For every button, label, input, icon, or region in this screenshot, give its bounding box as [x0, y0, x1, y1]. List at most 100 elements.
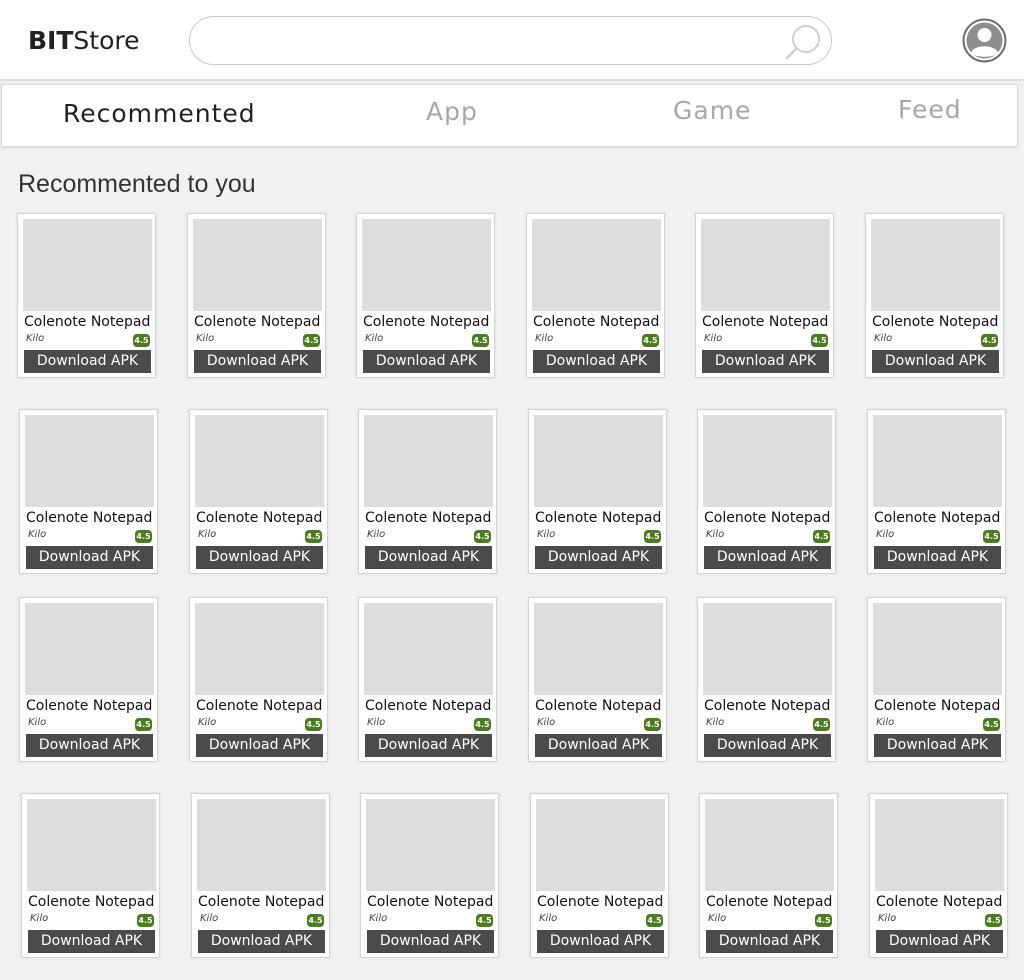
- bitstore-logo[interactable]: BITStore: [28, 26, 140, 55]
- app-card[interactable]: Colenote Notepad Kilo 4.5 Download APK: [869, 793, 1008, 958]
- tab-feed[interactable]: Feed: [898, 95, 962, 124]
- app-thumbnail[interactable]: [873, 603, 1002, 695]
- app-name[interactable]: Colenote Notepad: [26, 510, 158, 526]
- app-name[interactable]: Colenote Notepad: [365, 510, 497, 526]
- app-card[interactable]: Colenote Notepad Kilo 4.5 Download APK: [865, 213, 1004, 378]
- app-card[interactable]: Colenote Notepad Kilo 4.5 Download APK: [21, 793, 160, 958]
- app-name[interactable]: Colenote Notepad: [535, 510, 667, 526]
- app-name[interactable]: Colenote Notepad: [874, 510, 1006, 526]
- app-card[interactable]: Colenote Notepad Kilo 4.5 Download APK: [867, 409, 1006, 574]
- app-name[interactable]: Colenote Notepad: [704, 510, 836, 526]
- download-apk-button[interactable]: Download APK: [874, 734, 1001, 757]
- app-card[interactable]: Colenote Notepad Kilo 4.5 Download APK: [530, 793, 669, 958]
- app-card[interactable]: Colenote Notepad Kilo 4.5 Download APK: [19, 409, 158, 574]
- app-name[interactable]: Colenote Notepad: [876, 894, 1008, 910]
- app-thumbnail[interactable]: [23, 219, 152, 311]
- app-name[interactable]: Colenote Notepad: [28, 894, 160, 910]
- app-name[interactable]: Colenote Notepad: [24, 314, 156, 330]
- app-card[interactable]: Colenote Notepad Kilo 4.5 Download APK: [695, 213, 834, 378]
- app-name[interactable]: Colenote Notepad: [365, 698, 497, 714]
- app-thumbnail[interactable]: [532, 219, 661, 311]
- app-name[interactable]: Colenote Notepad: [702, 314, 834, 330]
- download-apk-button[interactable]: Download APK: [365, 734, 492, 757]
- app-name[interactable]: Colenote Notepad: [194, 314, 326, 330]
- download-apk-button[interactable]: Download APK: [535, 734, 662, 757]
- download-apk-button[interactable]: Download APK: [706, 930, 833, 953]
- download-apk-button[interactable]: Download APK: [702, 350, 829, 373]
- app-thumbnail[interactable]: [195, 603, 324, 695]
- app-name[interactable]: Colenote Notepad: [704, 698, 836, 714]
- tab-app[interactable]: App: [426, 97, 478, 126]
- app-card[interactable]: Colenote Notepad Kilo 4.5 Download APK: [358, 597, 497, 762]
- app-card[interactable]: Colenote Notepad Kilo 4.5 Download APK: [528, 409, 667, 574]
- app-card[interactable]: Colenote Notepad Kilo 4.5 Download APK: [17, 213, 156, 378]
- app-thumbnail[interactable]: [875, 799, 1004, 891]
- search-icon[interactable]: [784, 21, 824, 61]
- app-card[interactable]: Colenote Notepad Kilo 4.5 Download APK: [867, 597, 1006, 762]
- download-apk-button[interactable]: Download APK: [876, 930, 1003, 953]
- download-apk-button[interactable]: Download APK: [367, 930, 494, 953]
- app-name[interactable]: Colenote Notepad: [196, 698, 328, 714]
- app-card[interactable]: Colenote Notepad Kilo 4.5 Download APK: [526, 213, 665, 378]
- app-name[interactable]: Colenote Notepad: [26, 698, 158, 714]
- download-apk-button[interactable]: Download APK: [537, 930, 664, 953]
- tab-game[interactable]: Game: [673, 96, 751, 125]
- app-name[interactable]: Colenote Notepad: [872, 314, 1004, 330]
- app-name[interactable]: Colenote Notepad: [198, 894, 330, 910]
- download-apk-button[interactable]: Download APK: [704, 546, 831, 569]
- app-card[interactable]: Colenote Notepad Kilo 4.5 Download APK: [528, 597, 667, 762]
- app-name[interactable]: Colenote Notepad: [196, 510, 328, 526]
- download-apk-button[interactable]: Download APK: [535, 546, 662, 569]
- app-thumbnail[interactable]: [362, 219, 491, 311]
- app-name[interactable]: Colenote Notepad: [874, 698, 1006, 714]
- app-card[interactable]: Colenote Notepad Kilo 4.5 Download APK: [360, 793, 499, 958]
- app-thumbnail[interactable]: [534, 415, 663, 507]
- app-thumbnail[interactable]: [536, 799, 665, 891]
- download-apk-button[interactable]: Download APK: [196, 734, 323, 757]
- download-apk-button[interactable]: Download APK: [198, 930, 325, 953]
- app-thumbnail[interactable]: [534, 603, 663, 695]
- app-card[interactable]: Colenote Notepad Kilo 4.5 Download APK: [19, 597, 158, 762]
- app-name[interactable]: Colenote Notepad: [535, 698, 667, 714]
- app-thumbnail[interactable]: [27, 799, 156, 891]
- app-thumbnail[interactable]: [195, 415, 324, 507]
- app-card[interactable]: Colenote Notepad Kilo 4.5 Download APK: [697, 409, 836, 574]
- app-thumbnail[interactable]: [25, 603, 154, 695]
- app-name[interactable]: Colenote Notepad: [367, 894, 499, 910]
- app-card[interactable]: Colenote Notepad Kilo 4.5 Download APK: [191, 793, 330, 958]
- download-apk-button[interactable]: Download APK: [365, 546, 492, 569]
- download-apk-button[interactable]: Download APK: [363, 350, 490, 373]
- download-apk-button[interactable]: Download APK: [874, 546, 1001, 569]
- app-card[interactable]: Colenote Notepad Kilo 4.5 Download APK: [358, 409, 497, 574]
- download-apk-button[interactable]: Download APK: [26, 546, 153, 569]
- app-thumbnail[interactable]: [364, 415, 493, 507]
- app-thumbnail[interactable]: [703, 603, 832, 695]
- app-card[interactable]: Colenote Notepad Kilo 4.5 Download APK: [189, 409, 328, 574]
- app-card[interactable]: Colenote Notepad Kilo 4.5 Download APK: [699, 793, 838, 958]
- app-card[interactable]: Colenote Notepad Kilo 4.5 Download APK: [356, 213, 495, 378]
- download-apk-button[interactable]: Download APK: [704, 734, 831, 757]
- search-bar[interactable]: [189, 16, 832, 65]
- app-thumbnail[interactable]: [871, 219, 1000, 311]
- download-apk-button[interactable]: Download APK: [194, 350, 321, 373]
- app-thumbnail[interactable]: [193, 219, 322, 311]
- app-thumbnail[interactable]: [364, 603, 493, 695]
- app-card[interactable]: Colenote Notepad Kilo 4.5 Download APK: [697, 597, 836, 762]
- app-thumbnail[interactable]: [705, 799, 834, 891]
- app-thumbnail[interactable]: [366, 799, 495, 891]
- app-thumbnail[interactable]: [703, 415, 832, 507]
- download-apk-button[interactable]: Download APK: [26, 734, 153, 757]
- app-thumbnail[interactable]: [873, 415, 1002, 507]
- search-input[interactable]: [210, 25, 770, 57]
- app-thumbnail[interactable]: [25, 415, 154, 507]
- tab-recommented[interactable]: Recommented: [63, 99, 256, 128]
- app-name[interactable]: Colenote Notepad: [537, 894, 669, 910]
- download-apk-button[interactable]: Download APK: [872, 350, 999, 373]
- user-avatar-icon[interactable]: [962, 18, 1007, 63]
- app-card[interactable]: Colenote Notepad Kilo 4.5 Download APK: [187, 213, 326, 378]
- download-apk-button[interactable]: Download APK: [24, 350, 151, 373]
- app-name[interactable]: Colenote Notepad: [363, 314, 495, 330]
- download-apk-button[interactable]: Download APK: [533, 350, 660, 373]
- app-thumbnail[interactable]: [701, 219, 830, 311]
- download-apk-button[interactable]: Download APK: [28, 930, 155, 953]
